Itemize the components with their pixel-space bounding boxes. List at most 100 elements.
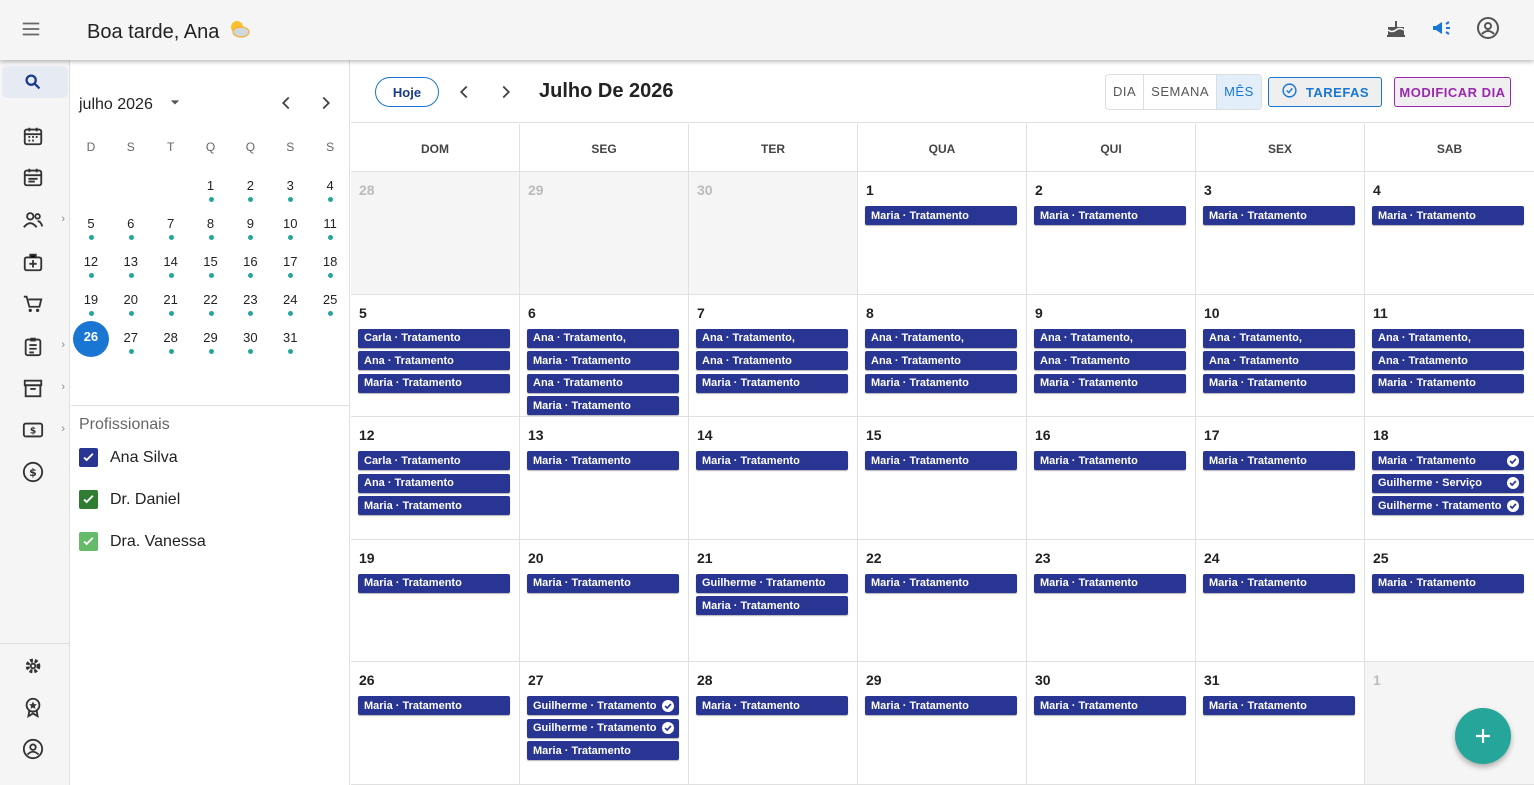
event-chip[interactable]: Maria · Tratamento [527, 351, 679, 371]
day-cell[interactable]: 30 Maria · Tratamento [1027, 662, 1196, 784]
day-cell[interactable]: 22 Maria · Tratamento [858, 539, 1027, 662]
cake-icon[interactable] [1384, 16, 1408, 40]
mini-day[interactable]: 14 [151, 250, 191, 288]
day-cell[interactable]: 14 Maria · Tratamento [689, 417, 858, 539]
add-event-button[interactable] [1455, 708, 1511, 764]
cart-icon[interactable] [0, 286, 70, 322]
event-chip[interactable]: Maria · Tratamento [1034, 696, 1186, 716]
day-cell[interactable]: 4 Maria · Tratamento [1365, 172, 1534, 294]
view-toggle-day[interactable]: DIA [1106, 75, 1143, 109]
award-icon[interactable] [0, 689, 70, 725]
checkbox-checked-icon[interactable] [79, 532, 98, 551]
professional-item[interactable]: Dra. Vanessa [79, 532, 206, 551]
day-cell[interactable]: 19 Maria · Tratamento [351, 539, 520, 662]
mini-day[interactable]: 31 [270, 326, 310, 364]
event-chip[interactable]: Maria · Tratamento [1203, 206, 1355, 225]
event-chip[interactable]: Maria · Tratamento [527, 741, 679, 761]
event-chip[interactable]: Maria · Tratamento [527, 451, 679, 471]
cash-icon[interactable]: $ › [0, 412, 70, 448]
settings-icon[interactable] [0, 648, 70, 684]
day-cell[interactable]: 15 Maria · Tratamento [858, 417, 1027, 539]
mini-day[interactable]: 16 [230, 250, 270, 288]
account-circle-icon[interactable] [1476, 16, 1500, 40]
event-chip[interactable]: Ana · Tratamento [358, 351, 510, 371]
medical-bag-icon[interactable] [0, 244, 70, 280]
mini-month-selector[interactable]: julho 2026 [79, 92, 185, 117]
event-chip[interactable]: Maria · Tratamento [696, 451, 848, 471]
menu-icon[interactable] [20, 18, 42, 40]
calendar-month-icon[interactable] [0, 118, 70, 154]
dollar-circle-icon[interactable]: $ [0, 454, 70, 490]
event-chip[interactable]: Ana · Tratamento [358, 473, 510, 493]
professional-item[interactable]: Dr. Daniel [79, 490, 180, 509]
mini-day[interactable]: 9 [230, 212, 270, 250]
mini-day[interactable]: 7 [151, 212, 191, 250]
event-chip[interactable]: Maria · Tratamento [865, 696, 1017, 716]
event-chip[interactable]: Maria · Tratamento [696, 596, 848, 616]
mini-day[interactable]: 10 [270, 212, 310, 250]
mini-day[interactable]: 30 [230, 326, 270, 364]
day-cell[interactable]: 13 Maria · Tratamento [520, 417, 689, 539]
day-cell[interactable]: 24 Maria · Tratamento [1196, 539, 1365, 662]
day-cell[interactable]: 21 Guilherme · Tratamento Maria · Tratamen… [689, 539, 858, 662]
day-cell[interactable]: 5 Carla · Tratamento Ana · Tratamento Maria… [351, 294, 520, 417]
event-chip[interactable]: Ana · Tratamento [1034, 351, 1186, 371]
people-icon[interactable]: › [0, 202, 70, 238]
event-chip[interactable]: Maria · Tratamento [696, 696, 848, 716]
event-chip[interactable]: Maria · Tratamento [865, 206, 1017, 225]
event-chip[interactable]: Maria · Tratamento [358, 573, 510, 593]
archive-icon[interactable]: › [0, 370, 70, 406]
event-chip[interactable]: Ana · Tratamento [1372, 351, 1524, 371]
event-chip[interactable]: Guilherme · Serviço [1372, 473, 1524, 493]
caret-down-icon[interactable] [165, 92, 185, 117]
checkbox-checked-icon[interactable] [79, 448, 98, 467]
mini-day[interactable]: 4 [310, 174, 350, 212]
day-cell[interactable]: 29 Maria · Tratamento [858, 662, 1027, 784]
modify-day-button[interactable]: MODIFICAR DIA [1394, 77, 1511, 107]
event-chip[interactable]: Ana · Tratamento, [527, 328, 679, 348]
event-chip[interactable]: Guilherme · Tratamento [527, 718, 679, 738]
day-cell[interactable]: 25 Maria · Tratamento [1365, 540, 1534, 662]
event-chip[interactable]: Ana · Tratamento, [696, 328, 848, 348]
event-chip[interactable]: Maria · Tratamento [1372, 373, 1524, 393]
mini-next-month-icon[interactable] [315, 92, 337, 114]
event-chip[interactable]: Ana · Tratamento [696, 351, 848, 371]
day-cell[interactable]: 30 [689, 172, 858, 294]
event-chip[interactable]: Maria · Tratamento [1203, 696, 1355, 716]
view-toggle-week[interactable]: SEMANA [1143, 75, 1216, 109]
event-chip[interactable]: Maria · Tratamento [865, 573, 1017, 593]
event-chip[interactable]: Maria · Tratamento [865, 373, 1017, 393]
megaphone-icon[interactable] [1430, 16, 1454, 40]
day-cell[interactable]: 10 Ana · Tratamento, Ana · Tratamento Maria… [1196, 294, 1365, 417]
mini-day[interactable]: 6 [111, 212, 151, 250]
event-chip[interactable]: Maria · Tratamento [1034, 373, 1186, 393]
today-button[interactable]: Hoje [375, 77, 439, 107]
mini-day[interactable]: 22 [191, 288, 231, 326]
event-chip[interactable]: Maria · Tratamento [865, 451, 1017, 471]
event-chip[interactable]: Guilherme · Tratamento [696, 573, 848, 593]
calendar-list-icon[interactable] [0, 159, 70, 195]
event-chip[interactable]: Ana · Tratamento, [1203, 328, 1355, 348]
mini-day[interactable]: 27 [111, 326, 151, 364]
event-chip[interactable]: Maria · Tratamento [358, 696, 510, 716]
day-cell[interactable]: 9 Ana · Tratamento, Ana · Tratamento Maria … [1027, 294, 1196, 417]
event-chip[interactable]: Ana · Tratamento [865, 351, 1017, 371]
mini-day[interactable]: 8 [191, 212, 231, 250]
mini-day[interactable]: 29 [191, 326, 231, 364]
view-toggle-month[interactable]: MÊS [1216, 75, 1261, 109]
mini-day[interactable]: 25 [310, 288, 350, 326]
day-cell[interactable]: 29 [520, 172, 689, 294]
day-cell[interactable]: 2 Maria · Tratamento [1027, 172, 1196, 294]
event-chip[interactable]: Ana · Tratamento [527, 373, 679, 393]
mini-day[interactable]: 23 [230, 288, 270, 326]
day-cell[interactable]: 27 Guilherme · Tratamento Guilherme · Trat… [520, 662, 689, 784]
event-chip[interactable]: Maria · Tratamento [1203, 451, 1355, 471]
day-cell[interactable]: 16 Maria · Tratamento [1027, 417, 1196, 539]
day-cell[interactable]: 18 Maria · Tratamento Guilherme · Serviço G… [1365, 417, 1534, 539]
day-cell[interactable]: 6 Ana · Tratamento, Maria · Tratamento Ana … [520, 294, 689, 417]
event-chip[interactable]: Maria · Tratamento [527, 396, 679, 416]
mini-prev-month-icon[interactable] [275, 92, 297, 114]
event-chip[interactable]: Maria · Tratamento [358, 496, 510, 516]
day-cell[interactable]: 1 Maria · Tratamento [858, 172, 1027, 294]
mini-day[interactable]: 20 [111, 288, 151, 326]
